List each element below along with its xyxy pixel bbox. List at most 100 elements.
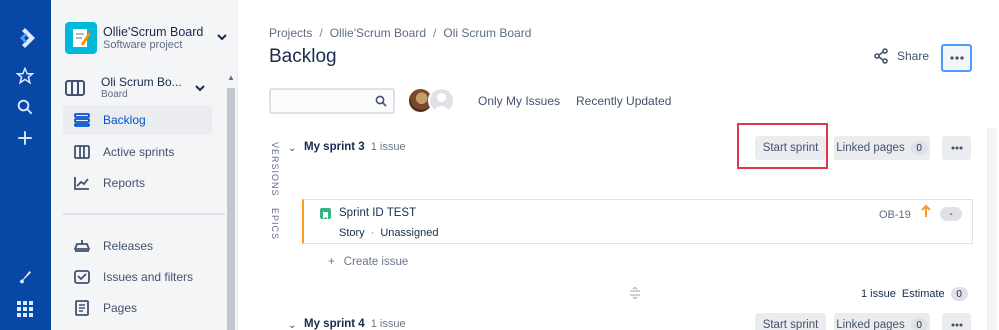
sprint-name[interactable]: My sprint 41 issue [304, 318, 406, 330]
sprint-issue-count: 1 issue [370, 318, 406, 330]
search-input[interactable] [271, 90, 371, 112]
person-icon [432, 93, 451, 112]
issue-meta: Story · Unassigned [339, 227, 438, 239]
versions-panel-tab[interactable]: VERSIONS [270, 142, 280, 197]
chevron-down-icon [217, 34, 227, 41]
sprint-footer-estimate: 0 [950, 287, 968, 301]
board-name: Oli Scrum Bo... [101, 75, 182, 89]
sprint-more-button[interactable] [942, 136, 971, 160]
backlog-search[interactable] [269, 88, 395, 114]
create-issue-button[interactable]: + Create issue [328, 256, 408, 268]
breadcrumb-separator: / [319, 26, 323, 40]
sprint-footer-estimate-label: Estimate [901, 288, 945, 300]
share-icon [874, 48, 888, 64]
create-issue-label: Create issue [343, 256, 409, 268]
chevron-down-icon [195, 85, 205, 92]
sidebar-item-label: Active sprints [103, 145, 175, 159]
main-scrollbar[interactable] [985, 128, 999, 330]
chevron-down-icon[interactable]: ⌄ [288, 143, 296, 154]
search-icon[interactable] [13, 95, 37, 119]
sidebar-item-reports[interactable]: Reports [63, 168, 212, 198]
chevron-down-icon[interactable]: ⌄ [288, 320, 296, 330]
issue-estimate[interactable]: - [940, 207, 962, 221]
linked-pages-button[interactable]: Linked pages 0 [834, 136, 930, 160]
search-icon [375, 95, 387, 107]
issue-meta-separator: · [370, 227, 375, 239]
sprint-header: ⌄ My sprint 31 issue Start sprint Linked… [288, 136, 973, 162]
active-sprints-icon [73, 144, 91, 160]
start-sprint-button[interactable]: Start sprint [755, 313, 826, 330]
sidebar-item-releases[interactable]: Releases [63, 231, 212, 261]
project-sidebar: Ollie'Scrum Board Software project Oli S… [51, 0, 238, 330]
unassigned-avatar-filter[interactable] [428, 87, 455, 114]
linked-pages-label: Linked pages [836, 319, 905, 330]
linked-pages-count: 0 [910, 318, 928, 330]
issue-card[interactable]: Sprint ID TEST Story · Unassigned OB-19 - [302, 199, 973, 244]
share-label: Share [897, 49, 930, 63]
sidebar-item-pages[interactable]: Pages [63, 293, 212, 323]
issue-summary[interactable]: Sprint ID TEST [339, 207, 416, 219]
more-actions-button[interactable] [941, 44, 972, 72]
board-sub: Board [101, 89, 128, 100]
board-icon [65, 80, 85, 96]
global-nav [0, 0, 51, 330]
sprint-footer-count: 1 issue [861, 288, 896, 300]
main-content: Projects / Ollie'Scrum Board / Oli Scrum… [238, 0, 999, 330]
scroll-up-icon[interactable]: ▲ [227, 73, 235, 82]
jira-logo-icon[interactable] [13, 26, 37, 50]
linked-pages-button[interactable]: Linked pages 0 [834, 313, 930, 330]
issue-type: Story [339, 227, 365, 239]
breadcrumb-projects[interactable]: Projects [269, 26, 312, 40]
breadcrumb: Projects / Ollie'Scrum Board / Oli Scrum… [269, 26, 531, 40]
breadcrumb-separator: / [433, 26, 437, 40]
project-type: Software project [103, 38, 183, 51]
project-name: Ollie'Scrum Board [103, 24, 204, 39]
share-button[interactable]: Share [873, 48, 929, 64]
reports-icon [73, 175, 91, 191]
app-switcher-icon[interactable] [13, 297, 37, 321]
sidebar-scroll-thumb[interactable] [227, 88, 235, 330]
sprint-header: ⌄ My sprint 41 issue Start sprint Linked… [288, 313, 973, 330]
sidebar-item-label: Issues and filters [103, 270, 194, 284]
breadcrumb-board[interactable]: Oli Scrum Board [443, 26, 531, 40]
more-dots-icon [949, 56, 964, 60]
filter-recently-updated[interactable]: Recently Updated [576, 94, 671, 108]
sidebar-scrollbar[interactable]: ▲ [225, 70, 237, 330]
sidebar-item-active-sprints[interactable]: Active sprints [63, 137, 212, 167]
more-dots-icon [951, 146, 962, 150]
issue-key[interactable]: OB-19 [879, 209, 911, 221]
project-switcher[interactable]: Ollie'Scrum Board Software project [65, 20, 229, 56]
star-icon[interactable] [13, 64, 37, 88]
filter-only-my-issues[interactable]: Only My Issues [478, 94, 560, 108]
sidebar-item-label: Backlog [103, 113, 146, 127]
app-root: Ollie'Scrum Board Software project Oli S… [0, 0, 999, 330]
epics-panel-tab[interactable]: EPICS [270, 208, 280, 240]
breadcrumb-project[interactable]: Ollie'Scrum Board [330, 26, 426, 40]
linked-pages-count: 0 [910, 141, 928, 155]
page-title: Backlog [269, 46, 337, 67]
sidebar-item-issues-filters[interactable]: Issues and filters [63, 262, 212, 292]
sidebar-item-label: Releases [103, 239, 154, 253]
create-plus-icon[interactable] [13, 126, 37, 150]
sprint-footer-summary: 1 issue Estimate 0 [861, 287, 968, 301]
releases-icon [73, 238, 91, 254]
pages-icon [73, 300, 91, 316]
more-dots-icon [951, 323, 962, 327]
priority-high-icon [921, 204, 931, 217]
sidebar-item-backlog[interactable]: Backlog [63, 105, 212, 135]
sidebar-divider [63, 213, 226, 215]
sidebar-item-label: Reports [103, 176, 146, 190]
board-switcher[interactable]: Oli Scrum Bo... Board [65, 76, 215, 102]
sprint-issue-count: 1 issue [370, 141, 406, 153]
main-scroll-thumb[interactable] [987, 128, 997, 330]
plus-icon: + [328, 256, 335, 268]
highlight-box [737, 123, 828, 169]
sprint-name[interactable]: My sprint 31 issue [304, 141, 406, 153]
project-avatar [65, 22, 97, 54]
linked-pages-label: Linked pages [836, 142, 905, 154]
sprint-more-button[interactable] [942, 313, 971, 330]
drag-handle-icon[interactable] [629, 287, 641, 299]
issue-assignee: Unassigned [380, 227, 439, 239]
issues-filters-icon [73, 269, 91, 285]
notifications-icon[interactable] [13, 265, 37, 289]
